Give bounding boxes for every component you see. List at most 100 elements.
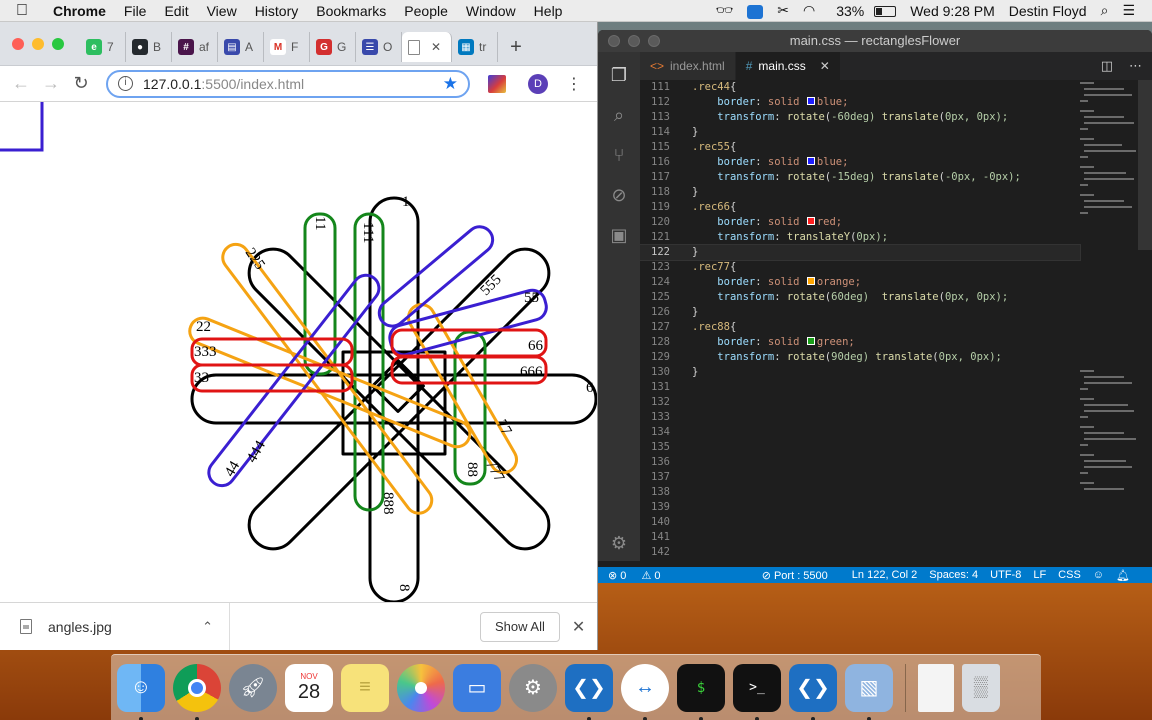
menu-view[interactable]: View <box>198 3 246 19</box>
code-line[interactable]: 127 .rec88{ <box>640 320 1080 335</box>
code-line[interactable]: 112 border: solid blue; <box>640 95 1080 110</box>
vscode-close-button[interactable] <box>608 35 620 47</box>
tab-main-css[interactable]: # main.css ✕ <box>735 52 841 80</box>
cursor-position[interactable]: Ln 122, Col 2 <box>852 569 917 582</box>
address-bar[interactable]: i 127.0.0.1:5500/index.html ★ <box>106 69 470 98</box>
tab-active-page[interactable]: ✕ <box>402 32 452 62</box>
color-swatch[interactable] <box>806 97 815 105</box>
site-info-icon[interactable]: i <box>118 76 133 91</box>
vscode-minimize-button[interactable] <box>628 35 640 47</box>
code-line[interactable]: 113 transform: rotate(-60deg) translate(… <box>640 110 1080 125</box>
minimap[interactable] <box>1078 80 1138 561</box>
dock-trash[interactable]: ▒ <box>962 663 1000 712</box>
code-line[interactable]: 137 <box>640 470 1080 485</box>
chrome-menu-icon[interactable]: ⋮ <box>566 74 582 94</box>
code-line[interactable]: 140 <box>640 515 1080 530</box>
dock-launchpad[interactable]: 🚀︎ <box>229 663 277 712</box>
close-shelf-icon[interactable]: ✕ <box>572 617 585 637</box>
code-line[interactable]: 138 <box>640 485 1080 500</box>
color-swatch[interactable] <box>806 337 815 345</box>
minimize-window-button[interactable] <box>32 38 44 50</box>
dock-vscode-2[interactable]: ❮❯ <box>789 663 837 720</box>
dock-vscode[interactable]: ❮❯ <box>565 663 613 720</box>
spotlight-icon[interactable]: ⌕ <box>1094 2 1116 19</box>
tab-calendar[interactable]: ▤ A <box>218 32 264 62</box>
more-actions-icon[interactable]: ⋯ <box>1129 58 1142 74</box>
code-line[interactable]: 131 <box>640 380 1080 395</box>
menu-help[interactable]: Help <box>525 3 572 19</box>
code-line[interactable]: 128 border: solid green; <box>640 335 1080 350</box>
code-line[interactable]: 118} <box>640 185 1080 200</box>
dock-terminal-2[interactable]: >_ <box>733 663 781 720</box>
code-line[interactable]: 119 .rec66{ <box>640 200 1080 215</box>
clock[interactable]: Wed 9:28 PM <box>903 3 1002 19</box>
code-editor[interactable]: 111 .rec44{112 border: solid blue; 113 tra… <box>640 80 1152 561</box>
debug-icon[interactable]: ⊘ <box>598 180 640 210</box>
code-line[interactable]: 125 transform: rotate(60deg) translate(0… <box>640 290 1080 305</box>
dock-teamviewer[interactable]: ↔ <box>621 663 669 720</box>
extensions-icon[interactable]: ▣ <box>598 220 640 250</box>
code-line[interactable]: 129 transform: rotate(90deg) translate(0… <box>640 350 1080 365</box>
code-line[interactable]: 139 <box>640 500 1080 515</box>
chevron-up-icon[interactable]: ⌃ <box>202 619 213 635</box>
extension-icon[interactable] <box>488 74 506 93</box>
tab-ga[interactable]: GG <box>310 32 356 62</box>
split-editor-icon[interactable]: ◫ <box>1101 58 1113 74</box>
code-line[interactable]: 134 <box>640 425 1080 440</box>
dock-notes[interactable]: ≡ <box>341 663 389 712</box>
code-line[interactable]: 124 border: solid orange; <box>640 275 1080 290</box>
code-line[interactable]: 121 transform: translateY(0px); <box>640 230 1080 245</box>
code-line[interactable]: 117 transform: rotate(-15deg) translate(… <box>640 170 1080 185</box>
tab-github[interactable]: ● B <box>126 32 172 62</box>
code-line[interactable]: 123 .rec77{ <box>640 260 1080 275</box>
reload-icon[interactable]: ↻ <box>66 73 96 94</box>
glasses-icon[interactable]: 👓︎ <box>708 2 740 19</box>
code-line[interactable]: 120 border: solid red; <box>640 215 1080 230</box>
code-line[interactable]: 133 <box>640 410 1080 425</box>
code-line[interactable]: 126} <box>640 305 1080 320</box>
back-arrow-icon[interactable]: ← <box>6 73 36 94</box>
dock-keynote[interactable]: ▭ <box>453 663 501 712</box>
new-tab-button[interactable]: + <box>498 32 534 62</box>
dock-terminal[interactable]: $ <box>677 663 725 720</box>
close-tab-icon[interactable]: ✕ <box>820 59 830 73</box>
code-line[interactable]: 142 <box>640 545 1080 560</box>
code-line[interactable]: 130} <box>640 365 1080 380</box>
battery-status[interactable]: 33% <box>822 3 903 19</box>
tab-gmail[interactable]: MF <box>264 32 310 62</box>
user-name[interactable]: Destin Floyd <box>1002 3 1094 19</box>
scissors-icon[interactable]: ✂︎ <box>770 2 796 19</box>
color-swatch[interactable] <box>806 157 815 165</box>
source-control-icon[interactable]: ⑂ <box>598 140 640 170</box>
dock-calendar[interactable]: NOV 28 <box>285 663 333 712</box>
teamviewer-menu-icon[interactable] <box>740 2 770 19</box>
code-line[interactable]: 135 <box>640 440 1080 455</box>
tab-slack[interactable]: # af <box>172 32 218 62</box>
code-line[interactable]: 115 .rec55{ <box>640 140 1080 155</box>
tab-evernote[interactable]: e7 <box>80 32 126 62</box>
tab-list[interactable]: ☰ O <box>356 32 402 62</box>
menu-people[interactable]: People <box>395 3 457 19</box>
wifi-icon[interactable]: ◠ <box>796 2 822 19</box>
code-line[interactable]: 122} <box>640 244 1081 261</box>
dock-finder[interactable]: ☺ <box>117 663 165 720</box>
language-mode[interactable]: CSS <box>1058 569 1081 582</box>
menu-edit[interactable]: Edit <box>155 3 197 19</box>
explorer-icon[interactable]: ❐ <box>598 60 640 90</box>
line-ending[interactable]: LF <box>1033 569 1046 582</box>
apple-icon[interactable]:  <box>0 2 44 20</box>
dock-document[interactable] <box>918 663 954 712</box>
tab-index-html[interactable]: <> index.html <box>640 52 736 80</box>
notification-center-icon[interactable]: ☰ <box>1115 2 1142 19</box>
code-line[interactable]: 116 border: solid blue; <box>640 155 1080 170</box>
menu-bookmarks[interactable]: Bookmarks <box>307 3 395 19</box>
vscode-zoom-button[interactable] <box>648 35 660 47</box>
download-item[interactable]: angles.jpg ⌃ <box>0 602 230 650</box>
forward-arrow-icon[interactable]: → <box>36 73 66 94</box>
color-swatch[interactable] <box>806 217 815 225</box>
code-line[interactable]: 141 <box>640 530 1080 545</box>
search-icon[interactable]: ⌕ <box>598 100 640 130</box>
dock-chrome[interactable] <box>173 663 221 720</box>
menu-file[interactable]: File <box>115 3 156 19</box>
feedback-icon[interactable]: ☺ <box>1093 569 1104 582</box>
